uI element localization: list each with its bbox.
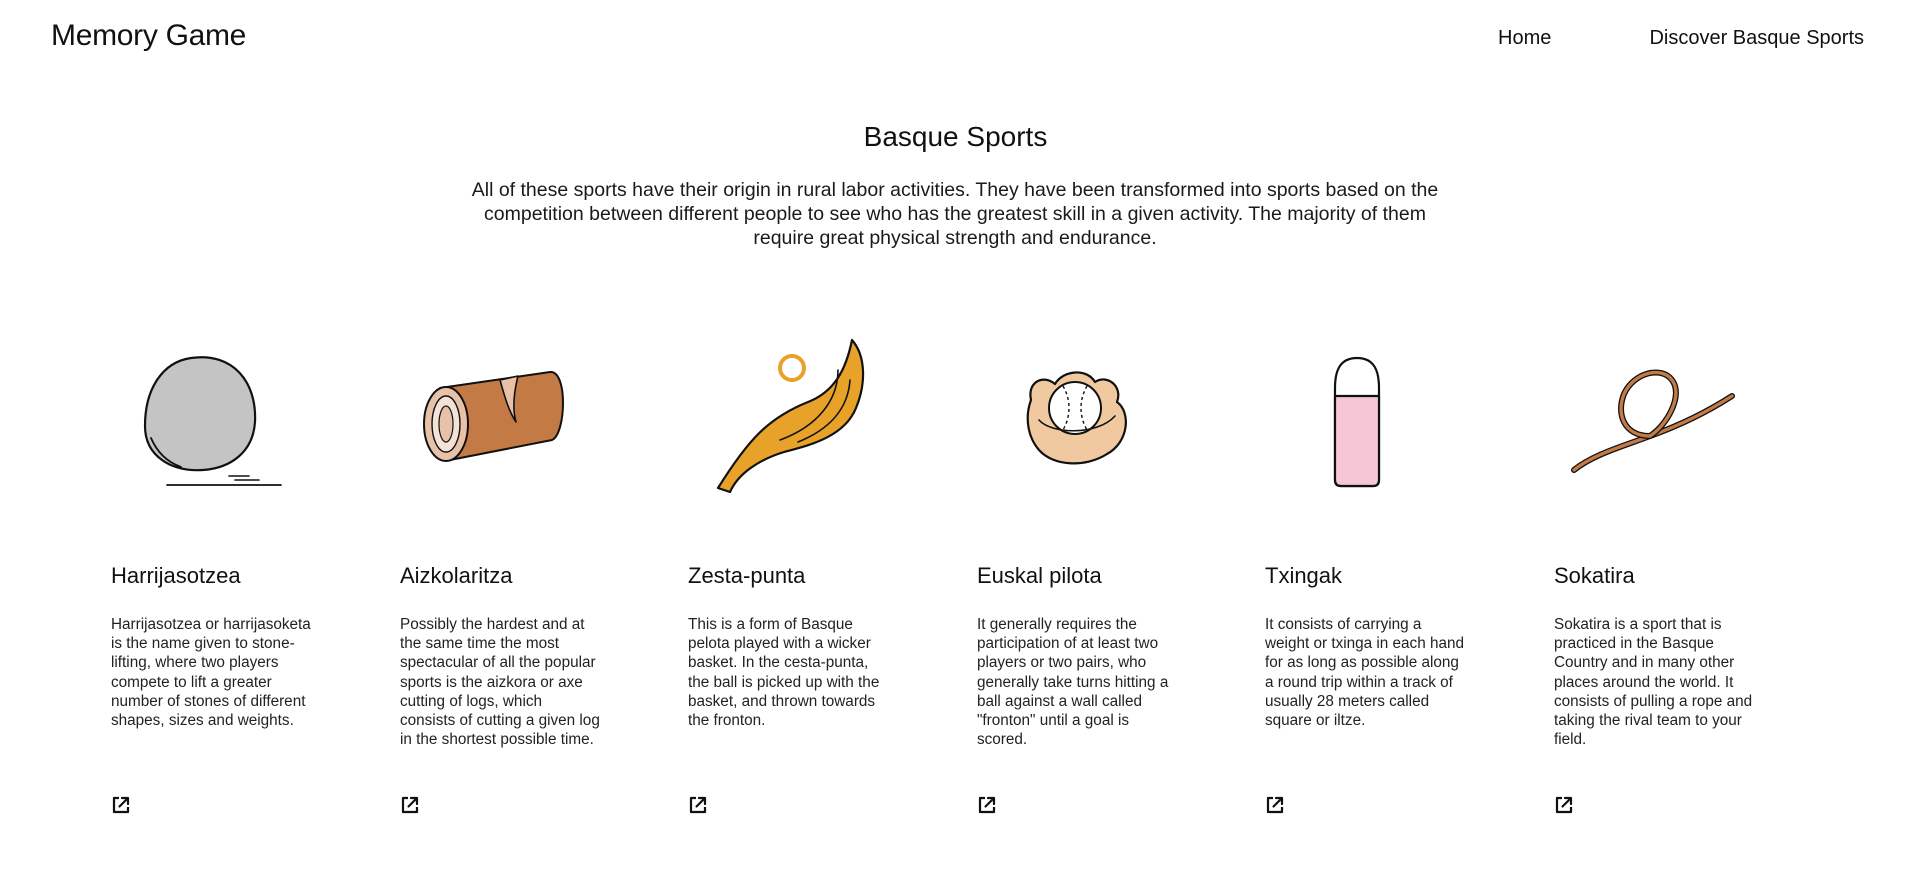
sport-description: It consists of carrying a weight or txin…	[1265, 616, 1464, 730]
glove-ball-icon	[977, 330, 1177, 500]
sport-description: Sokatira is a sport that is practiced in…	[1554, 616, 1753, 749]
sport-name: Harrijasotzea	[111, 563, 241, 588]
header: Memory Game Home Discover Basque Sports	[0, 0, 1911, 80]
external-link-icon[interactable]	[111, 795, 131, 815]
sport-name: Zesta-punta	[688, 563, 806, 588]
external-link-icon[interactable]	[977, 795, 997, 815]
log-icon	[400, 330, 600, 500]
sport-description: Possibly the hardest and at the same tim…	[400, 616, 600, 749]
rope-icon	[1554, 330, 1754, 500]
nav-home-link[interactable]: Home	[1498, 27, 1551, 50]
external-link-icon[interactable]	[400, 795, 420, 815]
weight-icon	[1265, 330, 1465, 500]
sport-description: It generally requires the participation …	[977, 616, 1169, 749]
basket-icon	[688, 330, 888, 500]
sport-description: This is a form of Basque pelota played w…	[688, 616, 880, 730]
stone-icon	[111, 330, 311, 500]
page-intro: All of these sports have their origin in…	[471, 179, 1439, 249]
sport-name: Txingak	[1265, 563, 1343, 588]
sport-name: Euskal pilota	[977, 563, 1102, 588]
external-link-icon[interactable]	[1265, 795, 1285, 815]
logo[interactable]: Memory Game	[51, 19, 246, 53]
sport-description: Harrijasotzea or harrijasoketa is the na…	[111, 616, 311, 730]
nav-discover-link[interactable]: Discover Basque Sports	[1649, 27, 1864, 50]
sport-name: Aizkolaritza	[400, 563, 513, 588]
external-link-icon[interactable]	[1554, 795, 1574, 815]
external-link-icon[interactable]	[688, 795, 708, 815]
sport-name: Sokatira	[1554, 563, 1635, 588]
page-title: Basque Sports	[863, 121, 1048, 152]
